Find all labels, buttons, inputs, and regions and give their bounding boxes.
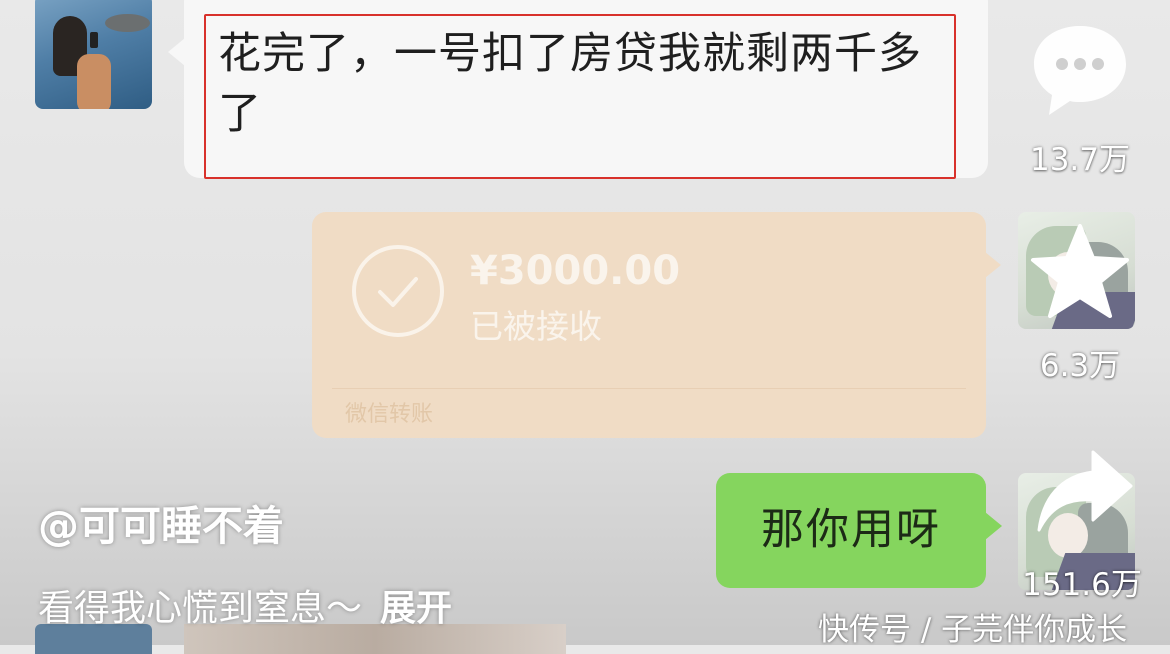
sent-message-text: 那你用呀: [761, 505, 941, 555]
bubble-tail: [985, 512, 1002, 540]
bubble-tail: [168, 38, 185, 66]
highlight-box: [204, 14, 956, 179]
contact-avatar[interactable]: [35, 0, 152, 109]
post-description: 看得我心慌到窒息～ 展开: [38, 579, 452, 631]
divider: [332, 388, 966, 389]
comment-count: 13.7万: [1029, 142, 1131, 178]
share-icon[interactable]: [1035, 448, 1135, 538]
share-count: 151.6万: [1022, 567, 1142, 603]
transfer-footer: 微信转账: [345, 402, 434, 427]
star-icon[interactable]: [1030, 222, 1130, 322]
comment-icon[interactable]: [1030, 20, 1130, 120]
expand-link[interactable]: 展开: [380, 588, 452, 629]
transfer-status: 已被接收: [470, 307, 602, 346]
description-text: 看得我心慌到窒息～: [38, 588, 363, 629]
author-handle[interactable]: @可可睡不着: [38, 492, 284, 552]
transfer-amount: ¥3000.00: [470, 248, 681, 294]
favorite-count: 6.3万: [1039, 348, 1121, 384]
bubble-tail: [985, 252, 1001, 278]
check-circle-icon: [352, 245, 444, 337]
watermark: 快传号 / 子芫伴你成长: [818, 612, 1128, 648]
